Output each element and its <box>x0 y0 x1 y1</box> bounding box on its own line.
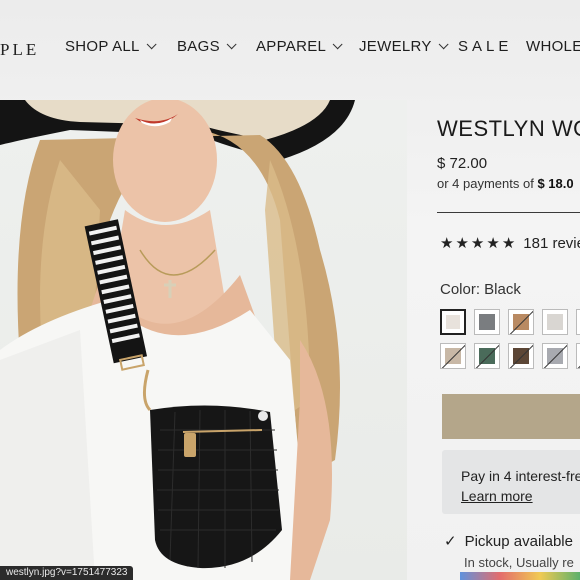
add-to-cart-button[interactable] <box>442 394 580 439</box>
nav-jewelry[interactable]: JEWELRY <box>359 38 449 55</box>
installments-text: or 4 payments of $ 18.0 <box>437 176 574 191</box>
chevron-down-icon <box>146 39 157 50</box>
pay-in-4-box: Pay in 4 interest-fre Learn more <box>442 450 580 514</box>
nav-shop-all[interactable]: SHOP ALL <box>65 38 157 55</box>
nav-apparel[interactable]: APPAREL <box>256 38 343 55</box>
color-swatch[interactable] <box>474 343 500 369</box>
main-nav: PLE SHOP ALL BAGS APPAREL JEWELRY SALE W… <box>0 28 580 68</box>
nav-label: SHOP ALL <box>65 38 140 55</box>
browser-viewport: PLE SHOP ALL BAGS APPAREL JEWELRY SALE W… <box>0 0 580 580</box>
color-swatch[interactable] <box>440 343 466 369</box>
learn-more-link[interactable]: Learn more <box>461 488 533 504</box>
installments-amount: $ 18.0 <box>537 176 574 191</box>
stock-text: In stock, Usually re <box>464 555 574 570</box>
divider <box>437 212 580 213</box>
image-url-badge: westlyn.jpg?v=1751477323 <box>0 566 134 580</box>
pickup-text: Pickup available <box>464 532 573 550</box>
product-title: WESTLYN WO <box>437 116 580 141</box>
color-swatch[interactable] <box>542 343 568 369</box>
swatch-fill <box>446 315 460 329</box>
nav-wholesale[interactable]: WHOLE <box>526 38 580 55</box>
pay-in-4-text: Pay in 4 interest-fre <box>461 468 580 484</box>
nav-label: WHOLE <box>526 38 580 55</box>
site-logo[interactable]: PLE <box>0 40 39 60</box>
os-dock <box>460 572 580 580</box>
nav-bags[interactable]: BAGS <box>177 38 237 55</box>
color-swatch[interactable] <box>474 309 500 335</box>
star-icon: ★ <box>501 235 516 252</box>
nav-label: BAGS <box>177 38 220 55</box>
color-swatch[interactable] <box>508 343 534 369</box>
review-count[interactable]: 181 revie <box>523 235 580 252</box>
pickup-availability: ✓ Pickup available <box>444 532 573 551</box>
color-swatch[interactable] <box>576 309 580 335</box>
nav-label: JEWELRY <box>359 38 432 55</box>
nav-label: SALE <box>458 38 513 55</box>
installments-prefix: or 4 payments of <box>437 176 534 191</box>
star-icon: ★ <box>486 235 500 252</box>
nav-sale[interactable]: SALE <box>458 38 512 55</box>
color-label: Color: Black <box>440 281 521 298</box>
color-swatch[interactable] <box>542 309 568 335</box>
chevron-down-icon <box>332 39 343 50</box>
nav-label: APPAREL <box>256 38 327 55</box>
checkmark-icon: ✓ <box>444 533 457 550</box>
swatch-fill <box>479 314 495 330</box>
star-icon: ★ <box>455 235 469 252</box>
star-icon: ★ <box>470 235 485 252</box>
color-swatch[interactable] <box>440 309 466 335</box>
rating[interactable]: ★ ★ ★ ★ ★ 181 revie <box>440 234 580 253</box>
color-swatch[interactable] <box>576 343 580 369</box>
product-price: $ 72.00 <box>437 155 488 172</box>
product-photo <box>0 100 355 580</box>
product-image[interactable]: westlyn.jpg?v=1751477323 <box>0 100 407 580</box>
chevron-down-icon <box>438 39 449 50</box>
swatch-fill <box>547 314 563 330</box>
star-icon: ★ <box>440 235 454 252</box>
color-swatch[interactable] <box>508 309 534 335</box>
chevron-down-icon <box>226 39 237 50</box>
